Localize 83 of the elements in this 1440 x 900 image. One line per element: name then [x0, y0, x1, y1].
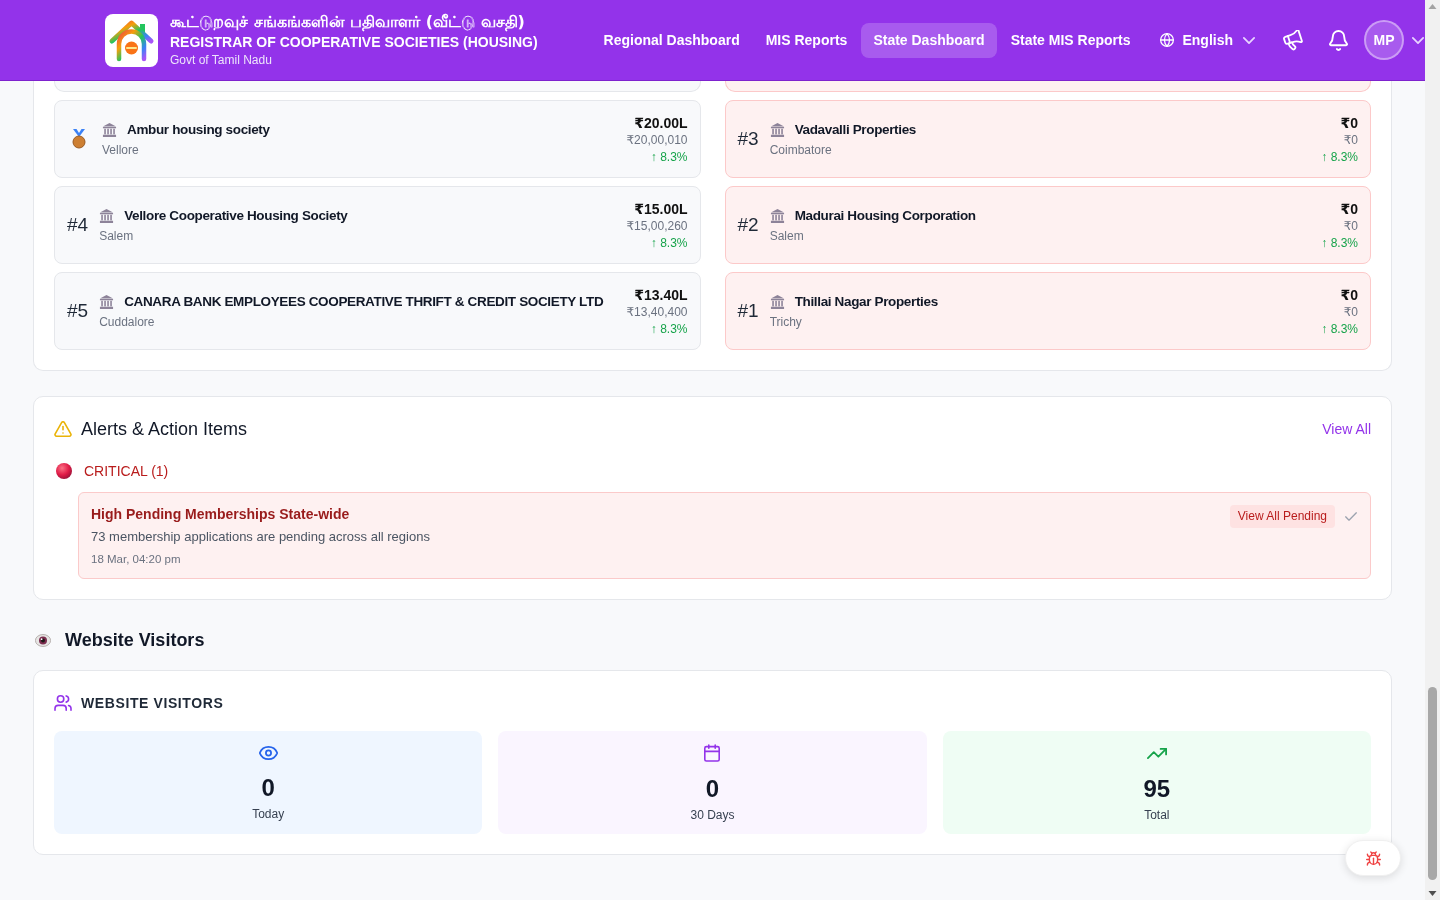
rank-number: #1	[737, 300, 759, 322]
user-avatar[interactable]: MP	[1364, 20, 1404, 60]
nav-link[interactable]: MIS Reports	[753, 22, 860, 58]
amount-short: ₹20.00L	[634, 113, 688, 132]
building-icon	[102, 122, 117, 137]
alert-description: 73 membership applications are pending across all regions	[91, 528, 431, 546]
amount-short: ₹0	[1340, 199, 1358, 218]
society-name: Ambur housing society	[127, 120, 270, 139]
alert-time: 18 Mar, 04:20 pm	[91, 552, 182, 567]
nav-link[interactable]: Regional Dashboard	[591, 22, 752, 58]
stat-label: 30 Days	[690, 807, 735, 823]
globe-icon	[1160, 33, 1175, 47]
amount-short: ₹15.00L	[634, 199, 688, 218]
growth-rate: ↑ 8.3%	[650, 234, 688, 251]
growth-rate: ↑ 8.3%	[1321, 234, 1358, 251]
trend-up-icon	[1146, 748, 1167, 759]
rank-number: #2	[737, 214, 759, 236]
medal-icon	[71, 129, 87, 149]
warning-icon	[54, 421, 72, 437]
stat-value: 0	[261, 773, 275, 803]
panel-title: Alerts & Action Items	[81, 418, 248, 440]
alert-title: High Pending Memberships State-wide	[91, 505, 351, 524]
society-location: Vellore	[102, 141, 140, 158]
bug-icon[interactable]	[1365, 850, 1381, 866]
severity-dot-icon	[56, 463, 72, 479]
amount-exact: ₹20,00,010	[626, 131, 688, 149]
stat-label: Today	[252, 806, 285, 822]
society-name: Vellore Cooperative Housing Society	[124, 206, 348, 225]
scrollbar[interactable]	[1425, 0, 1440, 900]
society-name: CANARA BANK EMPLOYEES COOPERATIVE THRIFT & CREDIT SOCIETY LTD	[124, 292, 604, 311]
language-selector[interactable]: English	[1150, 22, 1265, 58]
building-icon	[769, 122, 785, 137]
nav-link[interactable]: State Dashboard	[861, 22, 997, 58]
growth-rate: ↑ 8.3%	[1321, 148, 1358, 165]
users-icon	[54, 695, 72, 711]
nav-link[interactable]: State MIS Reports	[998, 22, 1143, 58]
calendar-icon	[704, 744, 721, 762]
building-icon	[99, 208, 115, 223]
amount-exact: ₹0	[1343, 217, 1358, 235]
eye-icon	[35, 633, 51, 647]
org-title: REGISTRAR OF COOPERATIVE SOCIETIES (HOUSING)	[170, 33, 538, 52]
society-location: Coimbatore	[769, 141, 833, 158]
chevron-down-icon	[1243, 36, 1255, 44]
rank-number: #4	[67, 214, 89, 236]
chevron-down-icon[interactable]	[1412, 36, 1424, 44]
stat-value: 0	[705, 774, 720, 804]
society-location: Salem	[769, 227, 805, 244]
org-subtitle: Govt of Tamil Nadu	[170, 52, 273, 69]
amount-exact: ₹15,00,260	[626, 217, 688, 235]
society-name: Vadavalli Properties	[794, 120, 916, 139]
stat-label: Total	[1144, 807, 1170, 823]
growth-rate: ↑ 8.3%	[650, 320, 688, 337]
building-icon	[769, 208, 785, 223]
society-location: Cuddalore	[99, 313, 156, 330]
panel-title: WEBSITE VISITORS	[81, 695, 224, 711]
society-location: Salem	[99, 227, 135, 244]
severity-label: CRITICAL (1)	[84, 463, 169, 479]
society-name: Thillai Nagar Properties	[794, 292, 938, 311]
amount-exact: ₹0	[1343, 131, 1358, 149]
rank-number: #3	[737, 128, 759, 150]
megaphone-icon[interactable]	[1283, 29, 1303, 51]
view-pending-button[interactable]: View All Pending	[1229, 505, 1335, 528]
view-all-link[interactable]: View All	[1322, 421, 1371, 437]
rank-number: #5	[67, 300, 89, 322]
bell-icon[interactable]	[1329, 29, 1348, 51]
house-logo	[105, 13, 158, 67]
society-location: Trichy	[769, 313, 803, 330]
org-title-tamil: கூட்டுறவுச் சங்கங்களின் பதிவாளர் (வீட்டு வசதி)	[170, 11, 526, 32]
amount-short: ₹0	[1340, 285, 1358, 304]
eye-icon	[258, 746, 278, 760]
building-icon	[99, 294, 115, 309]
section-title: Website Visitors	[65, 629, 205, 651]
growth-rate: ↑ 8.3%	[650, 148, 688, 165]
check-icon[interactable]	[1345, 512, 1357, 521]
amount-short: ₹13.40L	[634, 285, 688, 304]
stat-value: 95	[1143, 774, 1171, 804]
bug-report-button[interactable]	[1345, 840, 1401, 876]
growth-rate: ↑ 8.3%	[1321, 320, 1358, 337]
building-icon	[769, 294, 785, 309]
amount-exact: ₹0	[1343, 303, 1358, 321]
amount-short: ₹0	[1340, 113, 1358, 132]
society-name: Madurai Housing Corporation	[794, 206, 976, 225]
amount-exact: ₹13,40,400	[626, 303, 688, 321]
